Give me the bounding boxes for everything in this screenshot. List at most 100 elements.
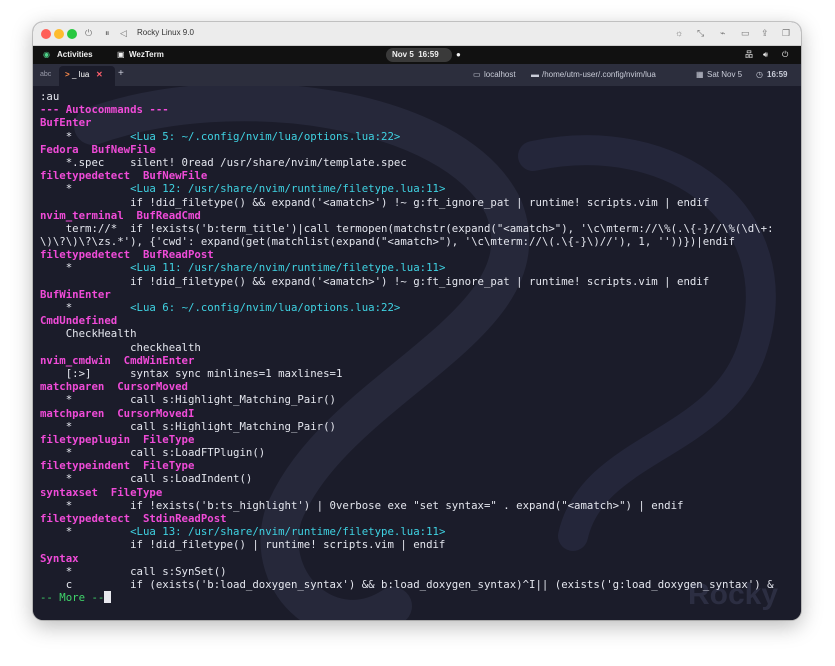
monitor-icon: ▭ <box>473 70 481 79</box>
workspace-label: abc <box>40 71 52 78</box>
terminal-line: filetypeplugin FileType <box>40 433 801 446</box>
terminal-text: [:>] syntax sync minlines=1 maxlines=1 <box>40 366 343 380</box>
terminal-line: :au <box>40 90 801 103</box>
tab-label: _ lua <box>72 70 90 79</box>
terminal-line: BufEnter <box>40 116 801 129</box>
terminal-text: matchparen CursorMoved <box>40 380 188 394</box>
activities-button[interactable]: Activities <box>57 50 93 60</box>
terminal-text: :au <box>40 90 60 103</box>
app-menu-icon[interactable]: ▣ <box>117 50 125 60</box>
usb-icon[interactable]: ⌁ <box>720 27 725 39</box>
terminal-text: Fedora BufNewFile <box>40 142 156 156</box>
terminal-tab-bar: abc > _ lua ✕ + ▭ localhost ▬ /home/utm-… <box>33 64 801 86</box>
text-cursor <box>104 591 112 604</box>
terminal-line: * if !exists('b:ts_highlight') | 0verbos… <box>40 499 801 512</box>
terminal-output: :au --- Autocommands --- BufEnter * <Lua 5… <box>40 90 801 604</box>
folder-icon[interactable]: ▭ <box>741 27 750 39</box>
zoom-window-button[interactable] <box>67 29 77 39</box>
notification-dot-icon: ● <box>456 50 461 59</box>
terminal-line: checkhealth <box>40 341 801 354</box>
terminal-line: term://* if !exists('b:term_title')|call… <box>40 222 801 235</box>
terminal-text: * call s:SynSet() <box>40 564 227 578</box>
pause-icon[interactable]: ⏸ <box>105 27 110 39</box>
terminal-line: * <Lua 13: /usr/share/nvim/runtime/filet… <box>40 525 801 538</box>
terminal-text: * if !exists('b:ts_highlight') | 0verbos… <box>40 498 684 512</box>
host-label: localhost <box>484 70 516 79</box>
terminal-line: syntaxset FileType <box>40 486 801 499</box>
new-tab-button[interactable]: + <box>118 69 124 79</box>
terminal-text: * call s:Highlight_Matching_Pair() <box>40 419 336 433</box>
terminal-text: \)\?\)\?\zs.*'), {'cwd': expand(get(matc… <box>40 235 735 249</box>
terminal-line: *.spec silent! 0read /usr/share/nvim/tem… <box>40 156 801 169</box>
terminal-text: * <box>40 301 131 314</box>
terminal-text: CmdUndefined <box>40 314 118 328</box>
cwd-label: /home/utm-user/.config/nvim/lua <box>542 70 656 79</box>
terminal-text: * call s:LoadIndent() <box>40 472 253 486</box>
terminal-text: if !did_filetype() && expand('<amatch>')… <box>40 195 710 209</box>
terminal-line: * call s:Highlight_Matching_Pair() <box>40 393 801 406</box>
terminal-text: syntaxset FileType <box>40 485 163 499</box>
clock-text: Nov 5 16:59 <box>392 50 439 59</box>
terminal-text: * <box>40 261 131 275</box>
terminal-text: <Lua 11: /usr/share/nvim/runtime/filetyp… <box>130 261 446 275</box>
terminal-line: matchparen CursorMoved <box>40 380 801 393</box>
terminal-line: * call s:Highlight_Matching_Pair() <box>40 420 801 433</box>
terminal-line: if !did_filetype() | runtime! scripts.vi… <box>40 538 801 551</box>
share-icon[interactable]: ⇪ <box>761 27 769 39</box>
terminal-line: c if (exists('b:load_doxygen_syntax') &&… <box>40 578 801 591</box>
tab-prompt-icon: > <box>65 70 70 79</box>
terminal-text: CheckHealth <box>40 327 137 341</box>
terminal-text: if !did_filetype() | runtime! scripts.vi… <box>40 538 446 552</box>
terminal-text: BufEnter <box>40 116 92 130</box>
folder-icon: ▬ <box>531 70 539 79</box>
more-prompt-line[interactable]: -- More -- <box>40 591 801 604</box>
terminal-text: term://* if !exists('b:term_title')|call… <box>40 221 774 235</box>
terminal-line: nvim_cmdwin CmdWinEnter <box>40 354 801 367</box>
terminal-text: <Lua 13: /usr/share/nvim/runtime/filetyp… <box>130 525 446 539</box>
terminal-line: * <Lua 12: /usr/share/nvim/runtime/filet… <box>40 182 801 195</box>
network-icon[interactable]: 品 <box>745 50 753 60</box>
terminal-text: if !did_filetype() && expand('<amatch>')… <box>40 274 710 288</box>
terminal-text: * call s:LoadFTPlugin() <box>40 446 266 460</box>
close-window-button[interactable] <box>41 29 51 39</box>
brightness-icon[interactable]: ☼ <box>675 27 683 39</box>
power-menu-icon[interactable]: ⏻ <box>782 50 788 60</box>
terminal-line: * <Lua 6: ~/.config/nvim/lua/options.lua… <box>40 301 801 314</box>
terminal-text: * <box>40 129 131 143</box>
terminal-text: <Lua 5: ~/.config/nvim/lua/options.lua:2… <box>130 129 401 143</box>
resize-icon[interactable]: ⤡ <box>697 27 704 39</box>
clock-icon: ◷ <box>756 70 763 79</box>
terminal-text: <Lua 12: /usr/share/nvim/runtime/filetyp… <box>130 182 446 196</box>
windows-icon[interactable]: ❐ <box>782 27 790 39</box>
terminal-text: checkhealth <box>40 340 201 354</box>
terminal-line: filetypedetect BufReadPost <box>40 248 801 261</box>
terminal-line: \)\?\)\?\zs.*'), {'cwd': expand(get(matc… <box>40 235 801 248</box>
terminal-line: nvim_terminal BufReadCmd <box>40 209 801 222</box>
terminal-pane[interactable]: Rocky :au --- Autocommands --- BufEnter * … <box>33 86 801 620</box>
app-menu[interactable]: WezTerm <box>129 50 164 60</box>
terminal-line: --- Autocommands --- <box>40 103 801 116</box>
volume-icon[interactable]: 🔊︎ <box>763 50 768 60</box>
date-label: Sat Nov 5 <box>707 70 743 79</box>
more-prompt: -- More -- <box>40 591 105 605</box>
terminal-text: Syntax <box>40 551 79 565</box>
terminal-text: filetypedetect BufNewFile <box>40 169 208 183</box>
terminal-line: matchparen CursorMovedI <box>40 407 801 420</box>
terminal-text: matchparen CursorMovedI <box>40 406 195 420</box>
terminal-line: * call s:LoadIndent() <box>40 472 801 485</box>
terminal-text: *.spec silent! 0read /usr/share/nvim/tem… <box>40 155 407 169</box>
terminal-line: [:>] syntax sync minlines=1 maxlines=1 <box>40 367 801 380</box>
terminal-line: * call s:LoadFTPlugin() <box>40 446 801 459</box>
terminal-text: filetypedetect BufReadPost <box>40 248 214 262</box>
gnome-top-bar: ◉ Activities ▣ WezTerm Nov 5 16:59 ● 品 🔊… <box>33 46 801 64</box>
tab-close-icon[interactable]: ✕ <box>96 70 103 80</box>
back-icon[interactable]: ◁ <box>120 27 127 39</box>
terminal-line: if !did_filetype() && expand('<amatch>')… <box>40 275 801 288</box>
power-icon[interactable]: ⏻ <box>85 27 92 39</box>
terminal-line: BufWinEnter <box>40 288 801 301</box>
terminal-line: if !did_filetype() && expand('<amatch>')… <box>40 196 801 209</box>
terminal-text: nvim_terminal BufReadCmd <box>40 208 201 222</box>
minimize-window-button[interactable] <box>54 29 64 39</box>
vm-title: Rocky Linux 9.0 <box>137 28 194 37</box>
rocky-logo-icon: ◉ <box>43 50 50 59</box>
